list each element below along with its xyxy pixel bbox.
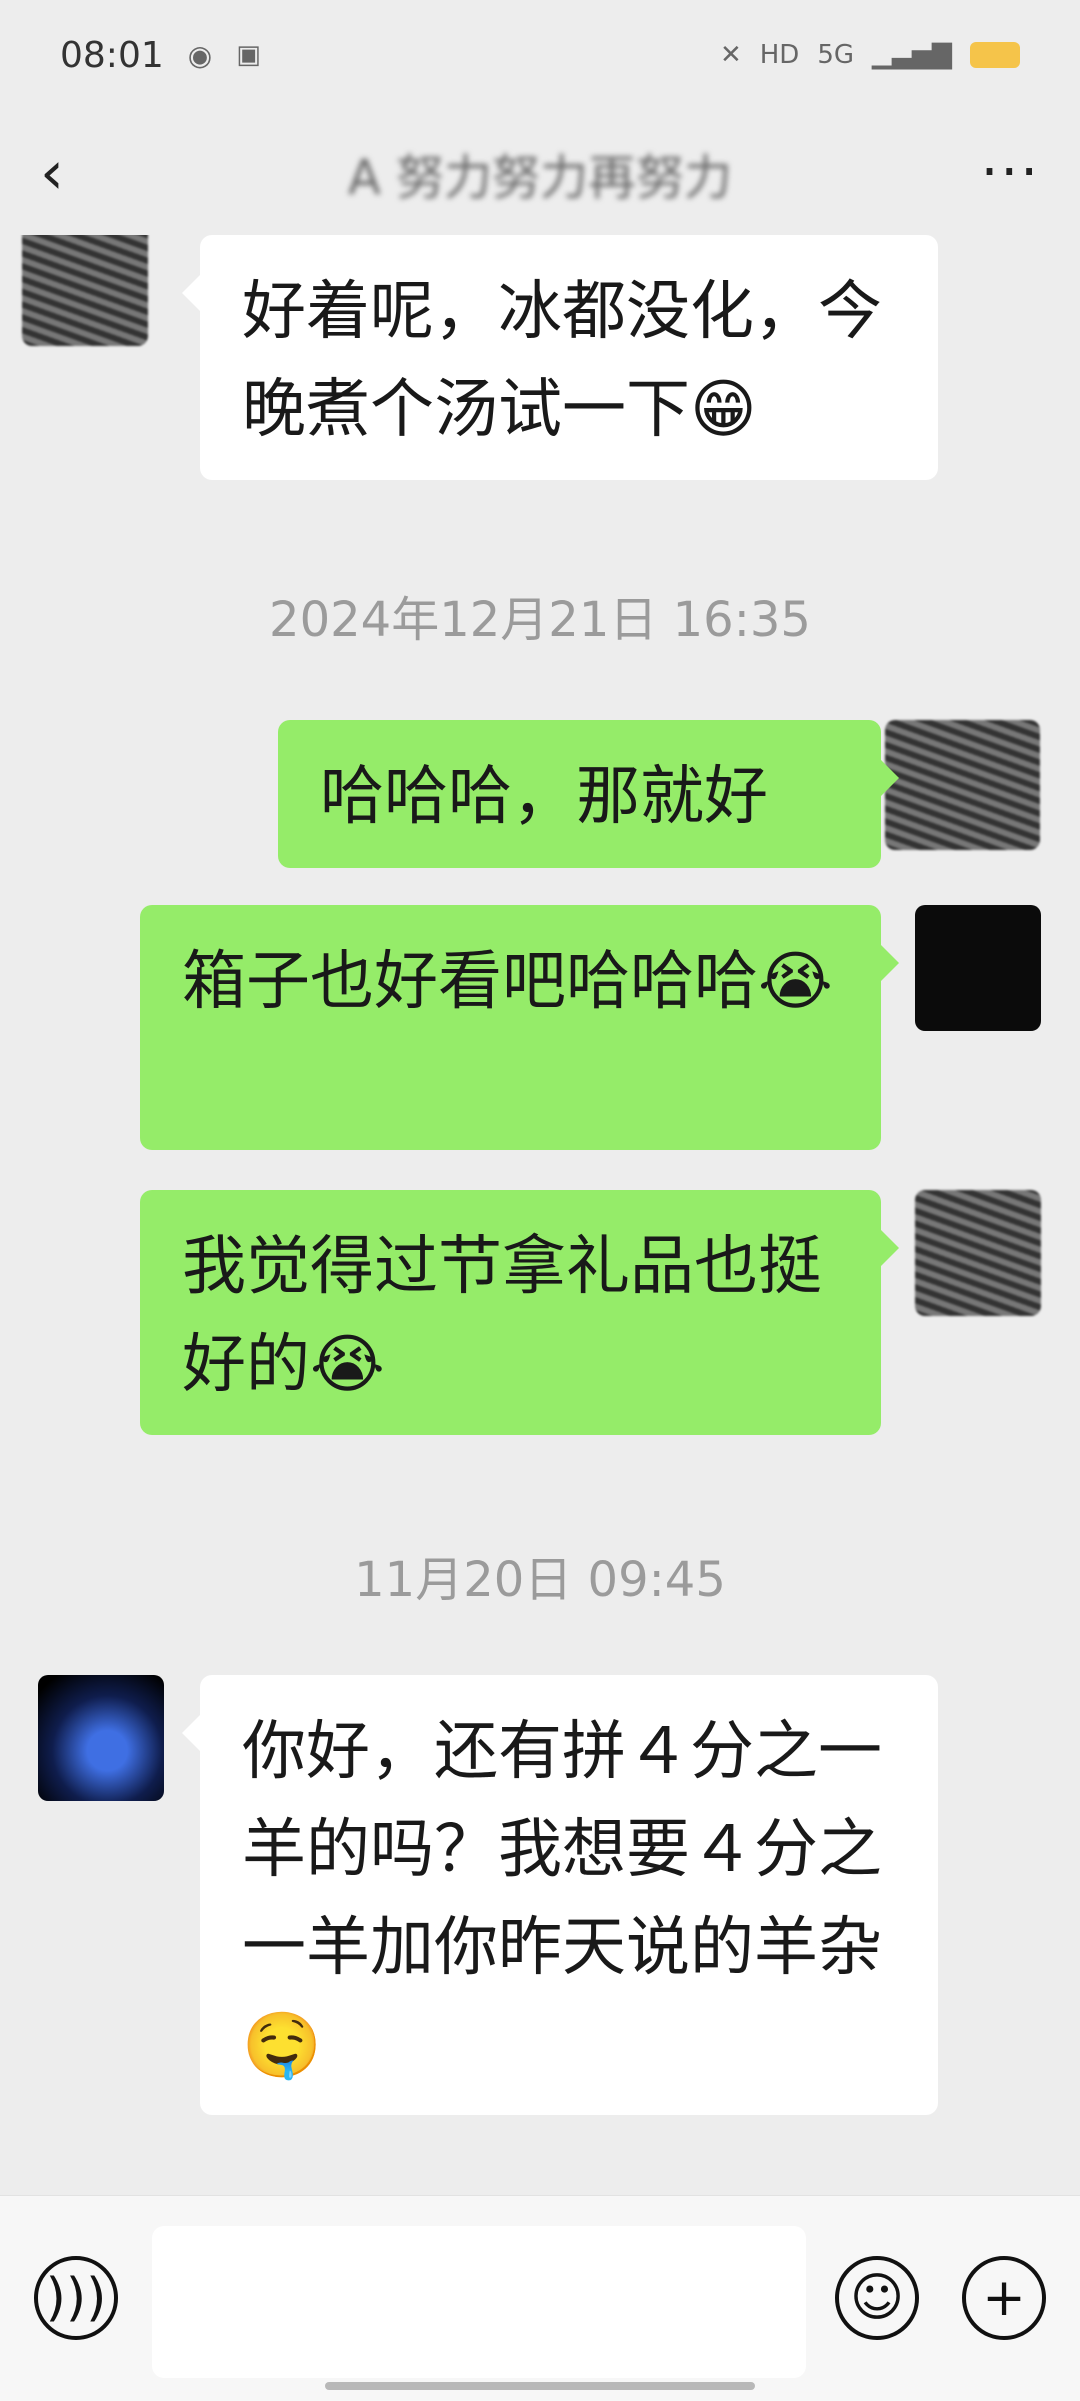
message-bubble[interactable]: 好着呢，冰都没化，今晚煮个汤试一下😁 [182,235,938,480]
input-bar: ))) ☺ + [0,2195,1080,2401]
hd-icon: HD [759,40,800,70]
battery-icon [970,42,1020,68]
home-indicator[interactable] [325,2382,755,2390]
message-bubble[interactable]: 我觉得过节拿礼品也挺好的😭 [140,1190,899,1435]
more-dots-icon[interactable]: ··· [960,140,1040,205]
avatar[interactable] [885,720,1040,850]
message-bubble[interactable]: 哈哈哈，那就好 [278,720,899,868]
message-bubble[interactable]: 你好，还有拼４分之一羊的吗？我想要４分之一羊加你昨天说的羊杂🤤 [182,1675,938,2115]
status-right: ✕ HD 5G ▁▃▅▇ [720,40,1020,70]
plus-icon[interactable]: + [962,2256,1046,2340]
status-left: 08:01 ◉ ▣ [60,35,261,76]
message-input[interactable] [152,2226,806,2378]
avatar[interactable] [915,905,1041,1031]
emoji-icon[interactable]: ☺ [835,2256,919,2340]
avatar[interactable] [22,235,148,346]
status-bar: 08:01 ◉ ▣ ✕ HD 5G ▁▃▅▇ [0,0,1080,110]
chevron-left-icon[interactable]: ‹ [40,138,120,208]
voice-icon[interactable]: ))) [34,2256,118,2340]
message-list[interactable]: 好着呢，冰都没化，今晚煮个汤试一下😁 2024年12月21日 16:35 哈哈哈… [0,235,1080,2195]
nfc-icon: ▣ [236,40,261,70]
notification-icon: ◉ [187,38,213,72]
message-bubble[interactable]: 箱子也好看吧哈哈哈😭 [140,905,899,1150]
network-label: 5G [817,40,855,70]
chat-header: ‹ A 努力努力再努力 ··· [0,110,1080,235]
message-timestamp: 11月20日 09:45 [354,1552,726,1608]
mute-icon: ✕ [719,40,742,70]
chat-title: A 努力努力再努力 [347,149,733,206]
status-time: 08:01 [60,34,164,76]
avatar[interactable] [38,1675,164,1801]
avatar[interactable] [915,1190,1041,1316]
message-timestamp: 2024年12月21日 16:35 [269,592,811,648]
signal-icon: ▁▃▅▇ [872,40,952,70]
